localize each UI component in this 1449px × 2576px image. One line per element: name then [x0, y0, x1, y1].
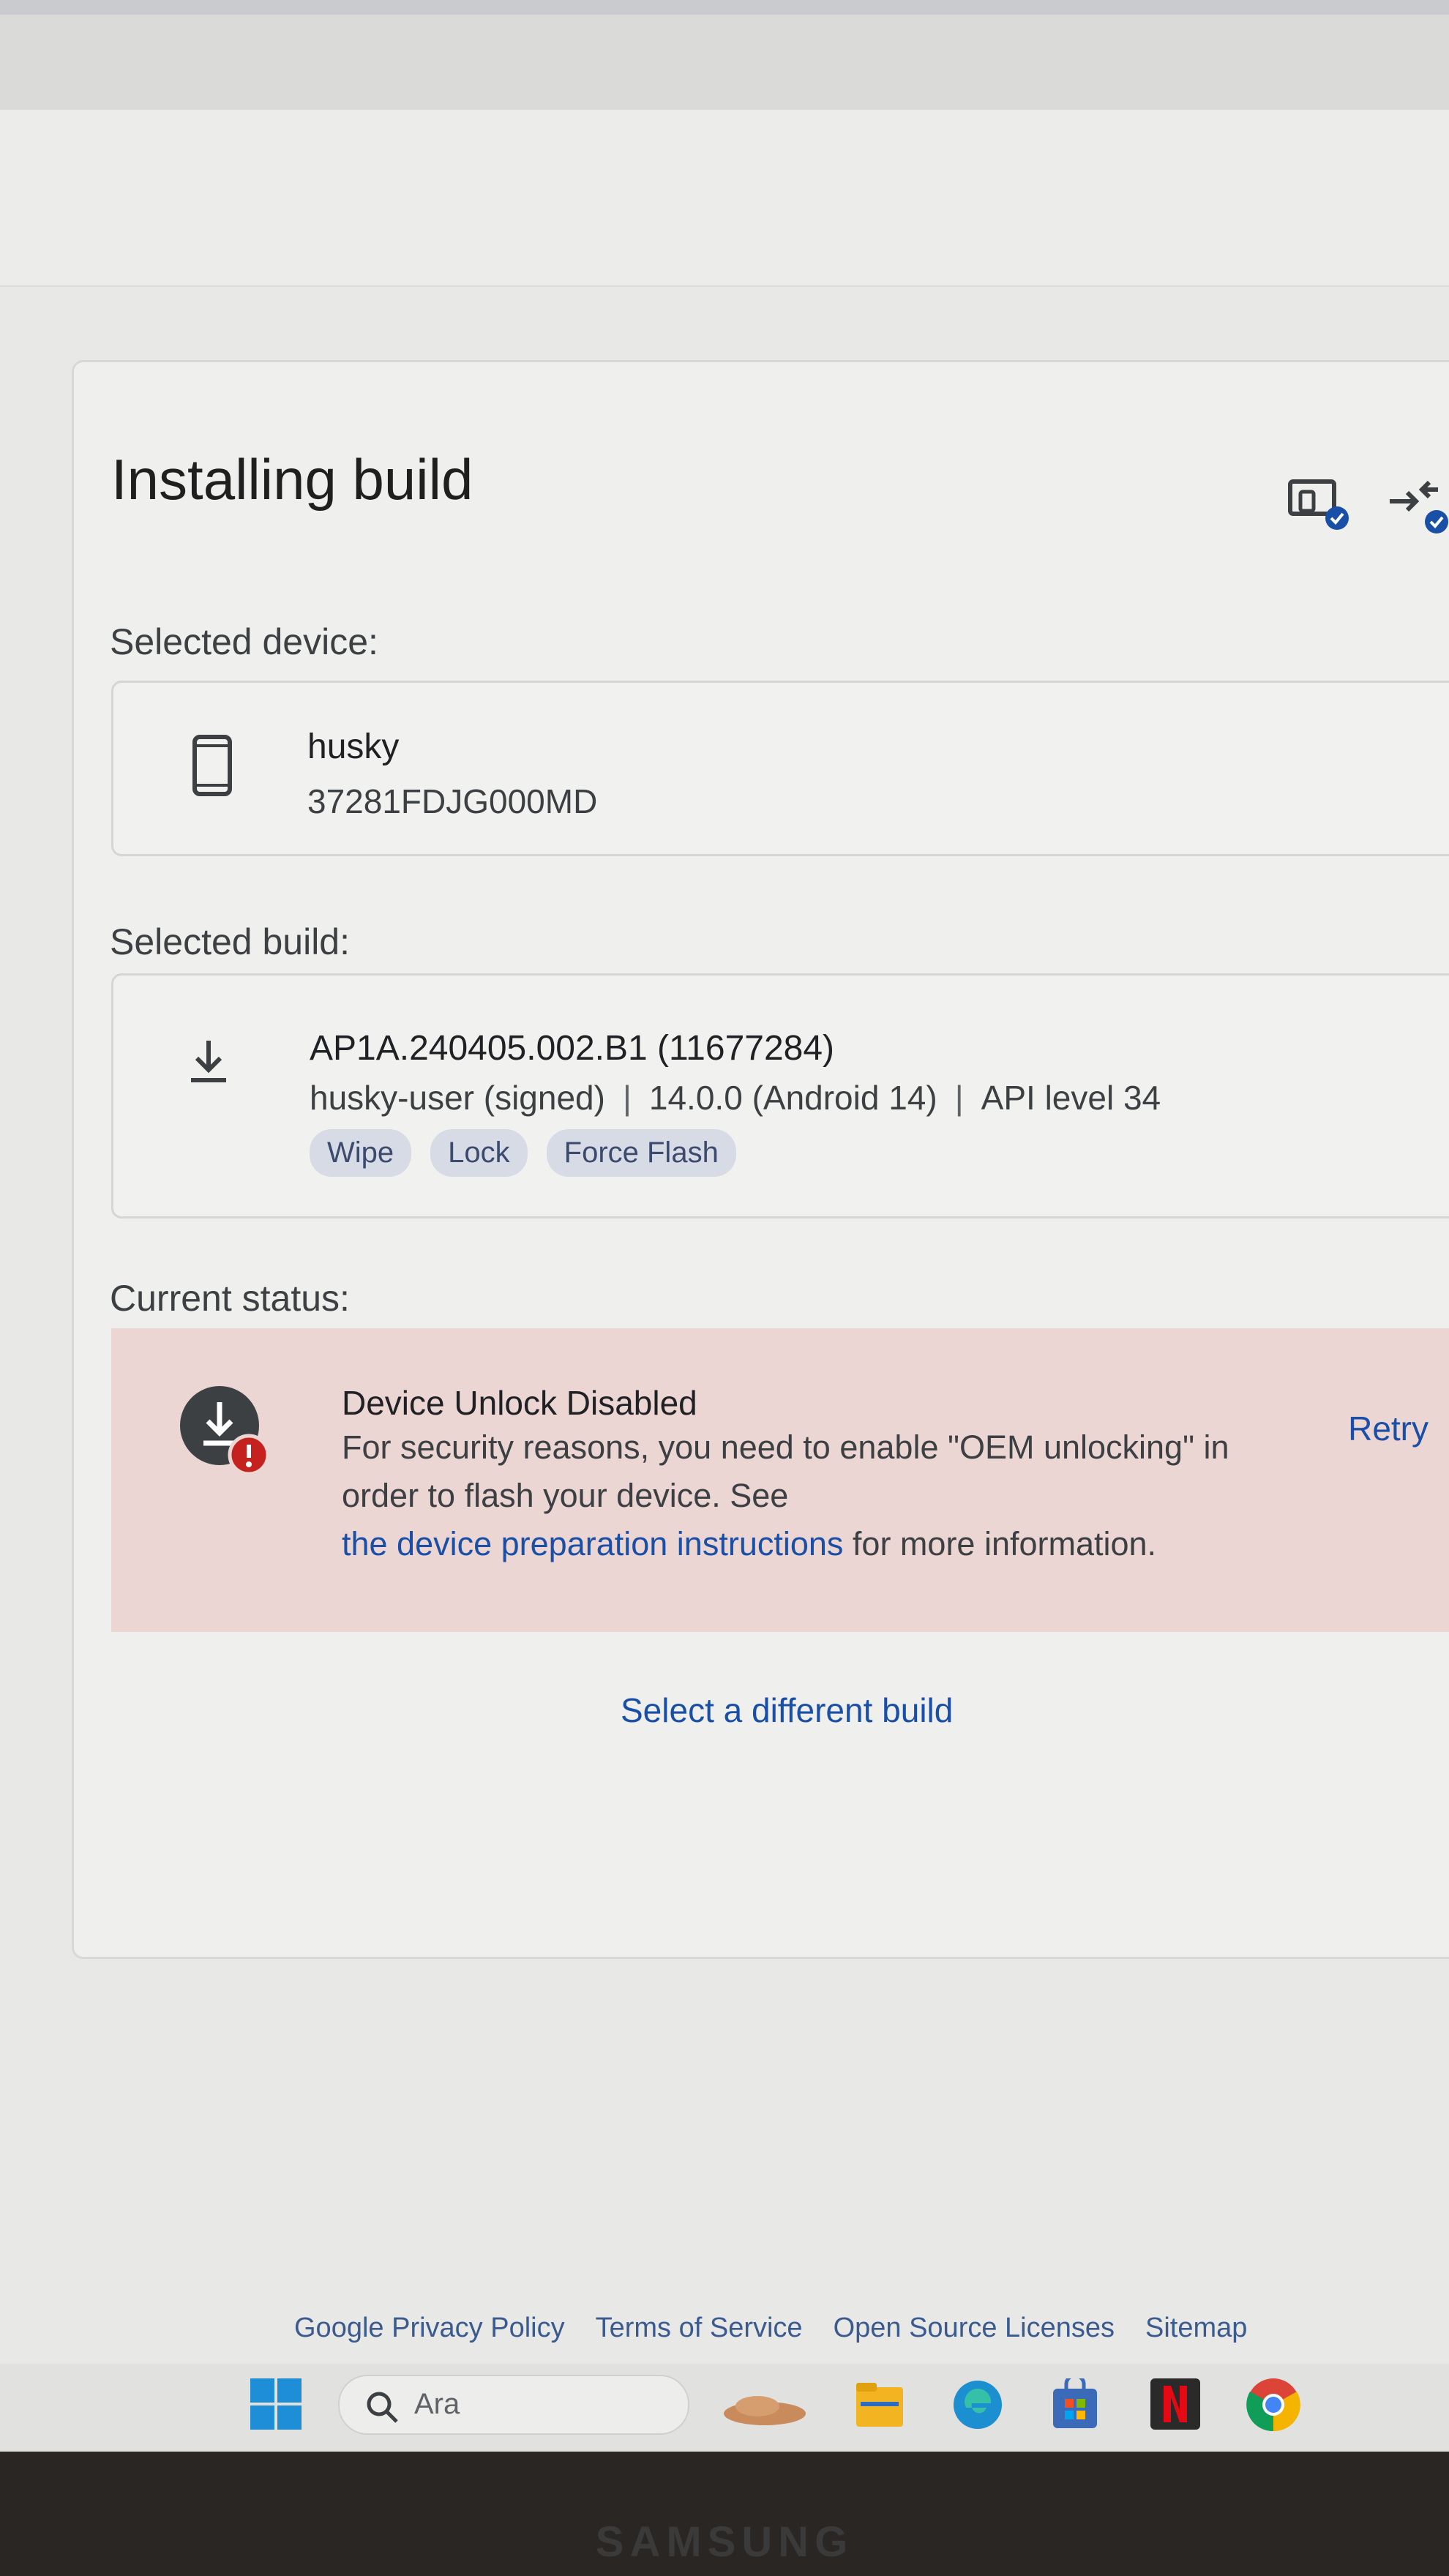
phone-icon: [192, 735, 232, 796]
current-status-label: Current status:: [110, 1278, 350, 1319]
footer-link-privacy[interactable]: Google Privacy Policy: [294, 2313, 565, 2344]
netflix-icon[interactable]: [1149, 2377, 1202, 2431]
page-title: Installing build: [111, 447, 473, 512]
footer-link-sitemap[interactable]: Sitemap: [1145, 2313, 1247, 2344]
taskbar-search[interactable]: Ara: [338, 2375, 689, 2435]
build-options: Wipe Lock Force Flash: [310, 1129, 736, 1177]
build-id: AP1A.240405.002.B1 (11677284): [310, 1029, 835, 1068]
search-icon: [367, 2392, 398, 2423]
status-message-text: For security reasons, you need to enable…: [342, 1429, 1229, 1514]
file-explorer-icon[interactable]: [855, 2380, 905, 2428]
separator: |: [954, 1079, 964, 1117]
api-level: API level 34: [981, 1079, 1161, 1117]
search-text: Ara: [414, 2388, 460, 2420]
weather-widget-icon[interactable]: [721, 2386, 809, 2430]
status-message-suffix: for more information.: [843, 1525, 1157, 1562]
build-version: 14.0.0 (Android 14): [648, 1079, 937, 1117]
chip-lock: Lock: [430, 1129, 528, 1177]
status-message: For security reasons, you need to enable…: [342, 1423, 1257, 1568]
chrome-browser-icon[interactable]: [1244, 2375, 1303, 2434]
footer-link-terms[interactable]: Terms of Service: [596, 2313, 803, 2344]
device-connect-icon[interactable]: [1284, 474, 1352, 534]
build-details: husky-user (signed) | 14.0.0 (Android 14) |…: [310, 1078, 1161, 1117]
microsoft-store-icon[interactable]: [1050, 2378, 1100, 2430]
sync-transfer-icon[interactable]: [1387, 479, 1449, 539]
status-error-panel: Device Unlock Disabled For security reas…: [111, 1328, 1449, 1632]
device-preparation-link[interactable]: the device preparation instructions: [342, 1525, 843, 1562]
selected-build-label: Selected build:: [110, 921, 351, 962]
footer-links: Google Privacy Policy Terms of Service O…: [294, 2313, 1247, 2344]
page-header-area: [0, 110, 1449, 287]
separator: |: [622, 1079, 632, 1117]
select-different-build-button[interactable]: Select a different build: [621, 1690, 953, 1730]
browser-top-area: [0, 0, 1449, 111]
download-icon: [191, 1041, 226, 1082]
windows-start-icon[interactable]: [249, 2377, 303, 2431]
footer-link-licenses[interactable]: Open Source Licenses: [834, 2313, 1115, 2344]
build-type: husky-user (signed): [310, 1079, 605, 1117]
retry-button[interactable]: Retry: [1348, 1409, 1429, 1448]
monitor-brand-logo: SAMSUNG: [595, 2518, 854, 2566]
selected-device-panel: husky 37281FDJG000MD: [111, 681, 1449, 856]
chip-force-flash: Force Flash: [546, 1129, 736, 1177]
selected-device-label: Selected device:: [110, 621, 378, 662]
flash-error-icon: [180, 1386, 270, 1476]
edge-browser-icon[interactable]: [951, 2378, 1004, 2431]
chip-wipe: Wipe: [310, 1129, 412, 1177]
device-name: husky: [307, 727, 400, 766]
browser-chrome-band: [0, 0, 1449, 15]
device-serial: 37281FDJG000MD: [307, 782, 598, 820]
selected-build-panel: AP1A.240405.002.B1 (11677284) husky-user…: [111, 973, 1449, 1218]
status-title: Device Unlock Disabled: [342, 1384, 697, 1422]
